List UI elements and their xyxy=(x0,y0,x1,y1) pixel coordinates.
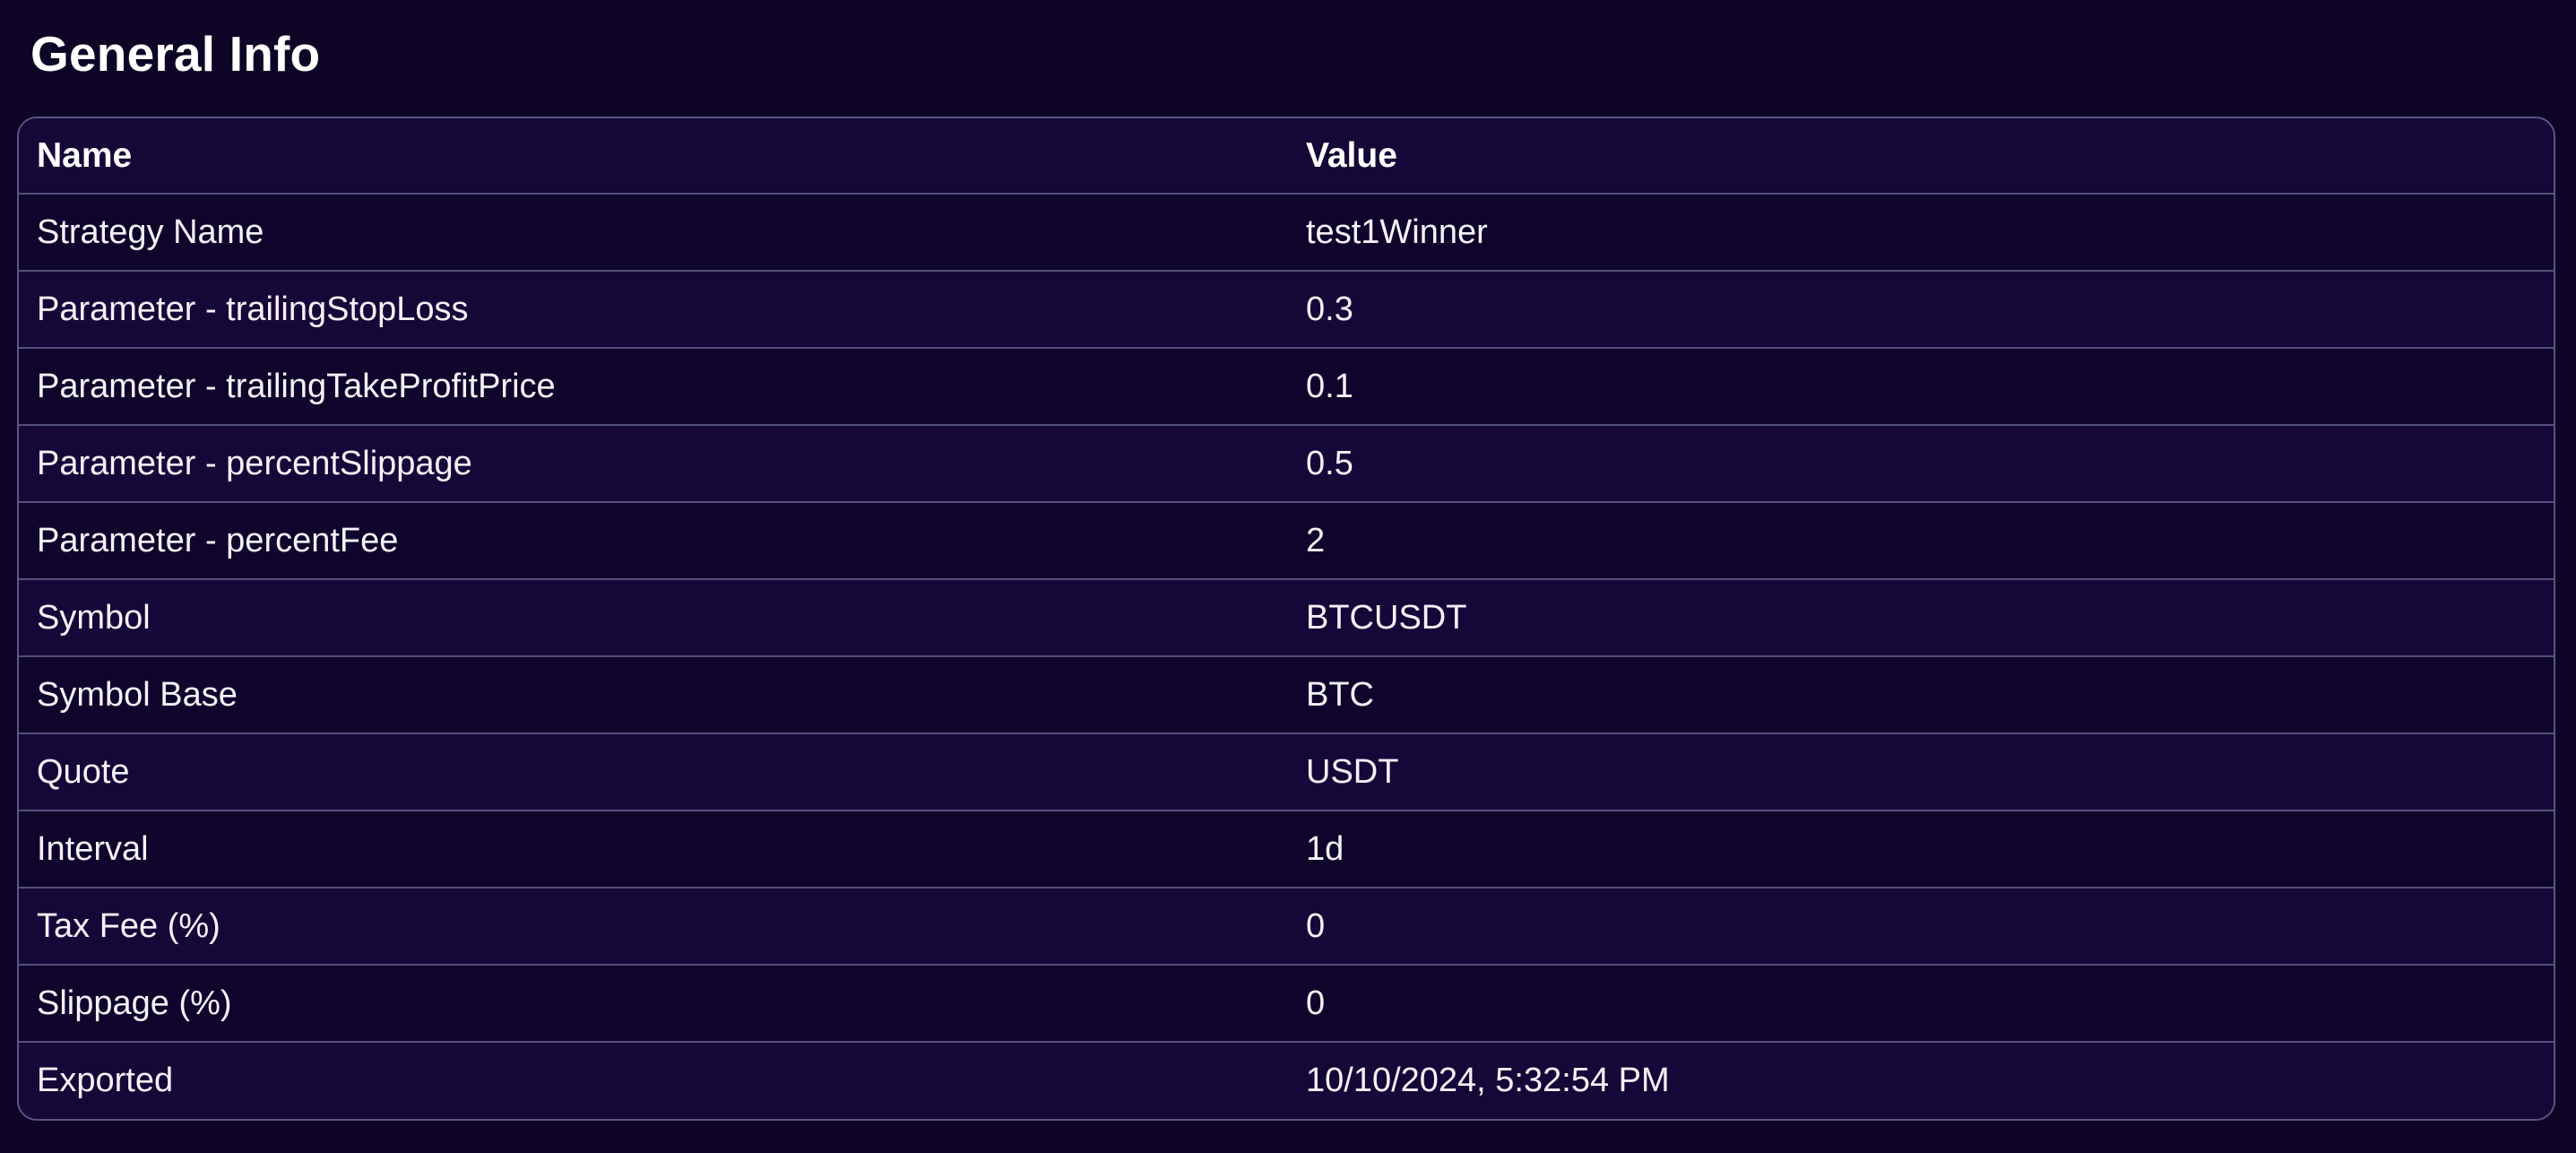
row-name-cell: Parameter - trailingTakeProfitPrice xyxy=(37,367,556,405)
row-value-cell: 0.3 xyxy=(1306,290,1353,328)
table-row: Interval 1d xyxy=(19,811,2554,888)
column-header-value: Value xyxy=(1306,135,1397,175)
table-row: Symbol Base BTC xyxy=(19,656,2554,733)
row-name-cell: Parameter - percentSlippage xyxy=(37,444,472,482)
row-value-cell: 10/10/2024, 5:32:54 PM xyxy=(1306,1062,1670,1099)
row-name-cell: Slippage (%) xyxy=(37,984,232,1022)
table-row: Exported 10/10/2024, 5:32:54 PM xyxy=(19,1042,2554,1119)
row-name-cell: Parameter - percentFee xyxy=(37,521,399,559)
row-name-cell: Parameter - trailingStopLoss xyxy=(37,290,469,328)
row-value-cell: 0 xyxy=(1306,984,1326,1022)
table-header-row: Name Value xyxy=(19,118,2554,194)
row-value-cell: test1Winner xyxy=(1306,212,1488,251)
row-value-cell: USDT xyxy=(1306,752,1399,791)
row-value-cell: BTC xyxy=(1306,675,1374,714)
table-row: Parameter - trailingTakeProfitPrice 0.1 xyxy=(19,348,2554,425)
row-value-cell: 0.5 xyxy=(1306,444,1353,482)
row-value-cell: 0.1 xyxy=(1306,367,1353,405)
table-row: Strategy Name test1Winner xyxy=(19,194,2554,271)
row-value-cell: 1d xyxy=(1306,829,1344,868)
row-name-cell: Tax Fee (%) xyxy=(37,906,220,945)
column-header-name: Name xyxy=(37,135,133,175)
table-row: Tax Fee (%) 0 xyxy=(19,888,2554,965)
table-row: Slippage (%) 0 xyxy=(19,965,2554,1042)
info-table: Name Value Strategy Name test1Winner Par… xyxy=(19,118,2554,1119)
page-title: General Info xyxy=(30,26,321,82)
row-name-cell: Quote xyxy=(37,752,130,791)
row-name-cell: Exported xyxy=(37,1062,174,1099)
table-row: Symbol BTCUSDT xyxy=(19,579,2554,656)
row-name-cell: Symbol Base xyxy=(37,675,238,714)
table-row: Parameter - trailingStopLoss 0.3 xyxy=(19,271,2554,348)
row-value-cell: 2 xyxy=(1306,521,1326,559)
table-row: Quote USDT xyxy=(19,733,2554,811)
row-name-cell: Symbol xyxy=(37,598,151,637)
row-value-cell: BTCUSDT xyxy=(1306,598,1467,637)
row-name-cell: Interval xyxy=(37,829,149,868)
row-value-cell: 0 xyxy=(1306,906,1326,945)
general-info-table: Name Value Strategy Name test1Winner Par… xyxy=(17,117,2555,1121)
table-row: Parameter - percentSlippage 0.5 xyxy=(19,425,2554,502)
table-row: Parameter - percentFee 2 xyxy=(19,502,2554,579)
row-name-cell: Strategy Name xyxy=(37,212,264,251)
